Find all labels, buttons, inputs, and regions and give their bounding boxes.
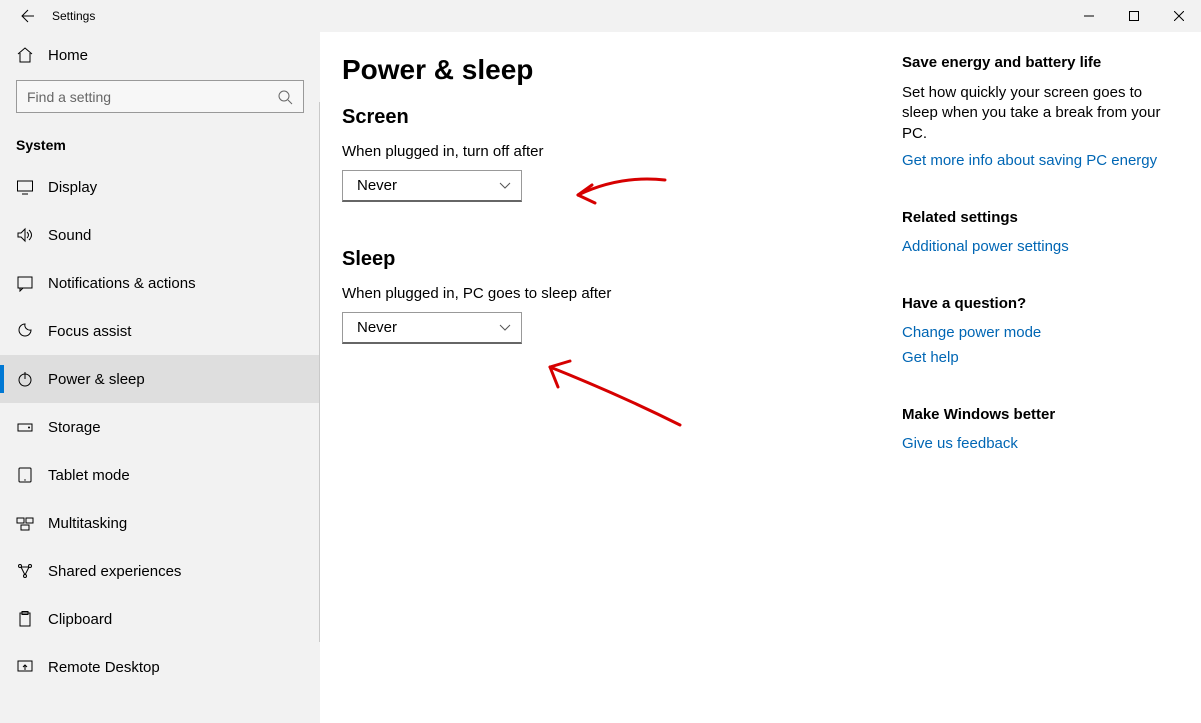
chevron-down-icon (499, 180, 511, 192)
sleep-heading: Sleep (342, 248, 872, 271)
titlebar-left: Settings (0, 8, 95, 24)
aside-feedback-link[interactable]: Give us feedback (902, 435, 1162, 452)
sidebar-item-display[interactable]: Display (0, 163, 320, 211)
settings-sidebar: Home System Display Sound Notifications … (0, 32, 320, 723)
sidebar-item-label: Tablet mode (48, 467, 130, 484)
main-content: Power & sleep Screen When plugged in, tu… (320, 32, 1201, 723)
search-icon (277, 89, 293, 105)
close-icon (1174, 11, 1184, 21)
sleep-setting-label: When plugged in, PC goes to sleep after (342, 285, 872, 302)
sidebar-item-clipboard[interactable]: Clipboard (0, 595, 320, 643)
sidebar-item-storage[interactable]: Storage (0, 403, 320, 451)
maximize-icon (1129, 11, 1139, 21)
window-controls (1066, 0, 1201, 32)
search-wrap (0, 74, 320, 123)
clipboard-icon (16, 610, 34, 628)
screen-timeout-dropdown[interactable]: Never (342, 170, 522, 202)
sidebar-item-multitasking[interactable]: Multitasking (0, 499, 320, 547)
aside-question-heading: Have a question? (902, 295, 1162, 312)
settings-column: Power & sleep Screen When plugged in, tu… (342, 54, 902, 723)
sidebar-item-focus-assist[interactable]: Focus assist (0, 307, 320, 355)
maximize-button[interactable] (1111, 0, 1156, 32)
aside-energy-heading: Save energy and battery life (902, 54, 1162, 71)
sidebar-item-label: Storage (48, 419, 101, 436)
sleep-timeout-dropdown[interactable]: Never (342, 312, 522, 344)
aside-feedback-heading: Make Windows better (902, 406, 1162, 423)
arrow-left-icon (18, 8, 34, 24)
sidebar-item-label: Focus assist (48, 323, 131, 340)
sidebar-nav-list: Display Sound Notifications & actions Fo… (0, 163, 320, 691)
aside-feedback-block: Make Windows better Give us feedback (902, 406, 1162, 452)
sidebar-item-remote-desktop[interactable]: Remote Desktop (0, 643, 320, 691)
sidebar-section-label: System (0, 123, 320, 163)
window-title: Settings (52, 9, 95, 23)
aside-change-power-mode-link[interactable]: Change power mode (902, 324, 1162, 341)
aside-question-block: Have a question? Change power mode Get h… (902, 295, 1162, 366)
aside-related-heading: Related settings (902, 209, 1162, 226)
sidebar-item-label: Clipboard (48, 611, 112, 628)
sidebar-item-label: Power & sleep (48, 371, 145, 388)
sleep-timeout-value: Never (357, 319, 397, 336)
minimize-button[interactable] (1066, 0, 1111, 32)
tablet-icon (16, 466, 34, 484)
sound-icon (16, 226, 34, 244)
power-icon (16, 370, 34, 388)
aside-column: Save energy and battery life Set how qui… (902, 54, 1162, 723)
sidebar-home[interactable]: Home (0, 32, 320, 74)
screen-heading: Screen (342, 106, 872, 129)
sidebar-item-shared-experiences[interactable]: Shared experiences (0, 547, 320, 595)
sidebar-item-label: Notifications & actions (48, 275, 196, 292)
sidebar-item-label: Sound (48, 227, 91, 244)
minimize-icon (1084, 11, 1094, 21)
chevron-down-icon (499, 322, 511, 334)
aside-get-help-link[interactable]: Get help (902, 349, 1162, 366)
search-input[interactable] (27, 89, 277, 105)
sidebar-item-label: Display (48, 179, 97, 196)
close-button[interactable] (1156, 0, 1201, 32)
home-icon (16, 46, 34, 64)
storage-icon (16, 418, 34, 436)
sidebar-item-label: Multitasking (48, 515, 127, 532)
sidebar-item-sound[interactable]: Sound (0, 211, 320, 259)
screen-setting-label: When plugged in, turn off after (342, 143, 872, 160)
shared-experiences-icon (16, 562, 34, 580)
sidebar-home-label: Home (48, 47, 88, 64)
sidebar-item-notifications[interactable]: Notifications & actions (0, 259, 320, 307)
sidebar-item-power-sleep[interactable]: Power & sleep (0, 355, 320, 403)
display-icon (16, 178, 34, 196)
sidebar-item-tablet-mode[interactable]: Tablet mode (0, 451, 320, 499)
aside-energy-text: Set how quickly your screen goes to slee… (902, 83, 1162, 144)
aside-energy-link[interactable]: Get more info about saving PC energy (902, 152, 1162, 169)
screen-timeout-value: Never (357, 177, 397, 194)
aside-energy-block: Save energy and battery life Set how qui… (902, 54, 1162, 169)
multitasking-icon (16, 514, 34, 532)
aside-related-link[interactable]: Additional power settings (902, 238, 1162, 255)
back-button[interactable] (18, 8, 34, 24)
notifications-icon (16, 274, 34, 292)
sidebar-item-label: Remote Desktop (48, 659, 160, 676)
search-box[interactable] (16, 80, 304, 113)
aside-related-block: Related settings Additional power settin… (902, 209, 1162, 255)
focus-assist-icon (16, 322, 34, 340)
page-title: Power & sleep (342, 54, 872, 86)
sidebar-item-label: Shared experiences (48, 563, 181, 580)
remote-desktop-icon (16, 658, 34, 676)
titlebar: Settings (0, 0, 1201, 32)
